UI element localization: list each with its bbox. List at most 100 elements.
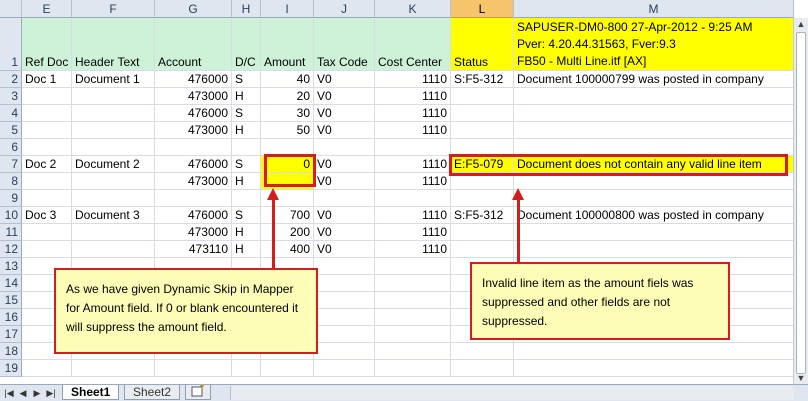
cell-status[interactable]	[451, 88, 514, 104]
cell-header-text[interactable]	[72, 122, 155, 138]
header-account[interactable]: Account	[155, 18, 232, 70]
cell-tax-code[interactable]: V0	[314, 122, 375, 138]
cell-header-text[interactable]	[72, 139, 155, 155]
cell-amount[interactable]: 30	[261, 105, 314, 121]
cell-account[interactable]	[155, 139, 232, 155]
cell-status[interactable]	[451, 343, 514, 359]
cell-cost-center[interactable]: 1110	[375, 207, 451, 223]
cell-tax-code[interactable]: V0	[314, 173, 375, 189]
cell-ref-doc[interactable]	[22, 139, 72, 155]
cell-ref-doc[interactable]: Doc 1	[22, 71, 72, 87]
cell-dc[interactable]: H	[232, 173, 261, 189]
cell-ref-doc[interactable]	[22, 360, 72, 376]
cell-status[interactable]	[451, 224, 514, 240]
cell-ref-doc[interactable]	[22, 190, 72, 206]
header-status[interactable]: Status	[451, 18, 514, 70]
cell-cost-center[interactable]	[375, 360, 451, 376]
cell-cost-center[interactable]	[375, 258, 451, 274]
column-header-F[interactable]: F	[72, 0, 155, 18]
cell-tax-code[interactable]: V0	[314, 105, 375, 121]
row-header-8[interactable]: 8	[0, 173, 22, 190]
cell-ref-doc[interactable]	[22, 224, 72, 240]
cell-account[interactable]: 473000	[155, 224, 232, 240]
prev-sheet-icon[interactable]: ◀	[17, 386, 29, 400]
insert-sheet-icon[interactable]	[185, 385, 211, 400]
cell-message[interactable]	[514, 241, 794, 257]
column-header-K[interactable]: K	[375, 0, 451, 18]
cell-header-text[interactable]	[72, 105, 155, 121]
scroll-up-icon[interactable]: ▲	[794, 18, 808, 31]
row-header-2[interactable]: 2	[0, 71, 22, 88]
cell-tax-code[interactable]: V0	[314, 156, 375, 172]
cell-message[interactable]	[514, 343, 794, 359]
cell-cost-center[interactable]	[375, 326, 451, 342]
cell-tax-code[interactable]	[314, 139, 375, 155]
cell-status[interactable]: S:F5-312	[451, 71, 514, 87]
select-all-corner[interactable]	[0, 0, 22, 18]
cell-dc[interactable]: S	[232, 71, 261, 87]
cell-cost-center[interactable]: 1110	[375, 156, 451, 172]
cell-tax-code[interactable]	[314, 309, 375, 325]
row-header-12[interactable]: 12	[0, 241, 22, 258]
cell-dc[interactable]: S	[232, 207, 261, 223]
column-header-J[interactable]: J	[314, 0, 375, 18]
cell-header-text[interactable]	[72, 190, 155, 206]
cell-message[interactable]	[514, 105, 794, 121]
cell-message[interactable]: Document 100000800 was posted in company	[514, 207, 794, 223]
cell-amount[interactable]	[261, 139, 314, 155]
cell-tax-code[interactable]	[314, 292, 375, 308]
cell-tax-code[interactable]	[314, 326, 375, 342]
tab-sheet2[interactable]: Sheet2	[124, 385, 181, 400]
cell-ref-doc[interactable]	[22, 173, 72, 189]
cell-amount[interactable]: 40	[261, 71, 314, 87]
row-header-4[interactable]: 4	[0, 105, 22, 122]
cell-amount[interactable]: 400	[261, 241, 314, 257]
cell-dc[interactable]: S	[232, 156, 261, 172]
cell-cost-center[interactable]: 1110	[375, 173, 451, 189]
cell-message[interactable]	[514, 224, 794, 240]
cell-message[interactable]	[514, 139, 794, 155]
cell-cost-center[interactable]	[375, 190, 451, 206]
cell-cost-center[interactable]: 1110	[375, 241, 451, 257]
cell-message[interactable]	[514, 88, 794, 104]
cell-tax-code[interactable]: V0	[314, 88, 375, 104]
cell-ref-doc[interactable]: Doc 3	[22, 207, 72, 223]
cell-dc[interactable]	[232, 190, 261, 206]
row-header-17[interactable]: 17	[0, 326, 22, 343]
cell-message[interactable]	[514, 190, 794, 206]
vertical-scrollbar[interactable]: ▲ ▼	[793, 18, 808, 385]
cell-status[interactable]	[451, 241, 514, 257]
cell-cost-center[interactable]: 1110	[375, 105, 451, 121]
cell-dc[interactable]: H	[232, 224, 261, 240]
row-header-7[interactable]: 7	[0, 156, 22, 173]
cell-cost-center[interactable]: 1110	[375, 224, 451, 240]
cell-status[interactable]	[451, 139, 514, 155]
row-header-6[interactable]: 6	[0, 139, 22, 156]
cell-cost-center[interactable]: 1110	[375, 71, 451, 87]
cell-account[interactable]	[155, 190, 232, 206]
column-header-I[interactable]: I	[261, 0, 314, 18]
cell-header-text[interactable]: Document 2	[72, 156, 155, 172]
cell-status[interactable]	[451, 105, 514, 121]
cell-cost-center[interactable]: 1110	[375, 122, 451, 138]
cell-ref-doc[interactable]: Doc 2	[22, 156, 72, 172]
cell-dc[interactable]: S	[232, 105, 261, 121]
cell-dc[interactable]	[232, 360, 261, 376]
last-sheet-icon[interactable]: ▶|	[45, 386, 57, 400]
cell-tax-code[interactable]: V0	[314, 207, 375, 223]
row-header-9[interactable]: 9	[0, 190, 22, 207]
cell-account[interactable]: 473000	[155, 173, 232, 189]
cell-tax-code[interactable]	[314, 343, 375, 359]
header-cost-center[interactable]: Cost Center	[375, 18, 451, 70]
first-sheet-icon[interactable]: |◀	[3, 386, 15, 400]
cell-cost-center[interactable]	[375, 343, 451, 359]
cell-dc[interactable]	[232, 139, 261, 155]
row-header-18[interactable]: 18	[0, 343, 22, 360]
header-header-text[interactable]: Header Text	[72, 18, 155, 70]
row-header-11[interactable]: 11	[0, 224, 22, 241]
cell-amount[interactable]: 20	[261, 88, 314, 104]
next-sheet-icon[interactable]: ▶	[31, 386, 43, 400]
vertical-scroll-thumb[interactable]	[796, 32, 806, 374]
cell-ref-doc[interactable]	[22, 105, 72, 121]
cell-account[interactable]: 473000	[155, 122, 232, 138]
